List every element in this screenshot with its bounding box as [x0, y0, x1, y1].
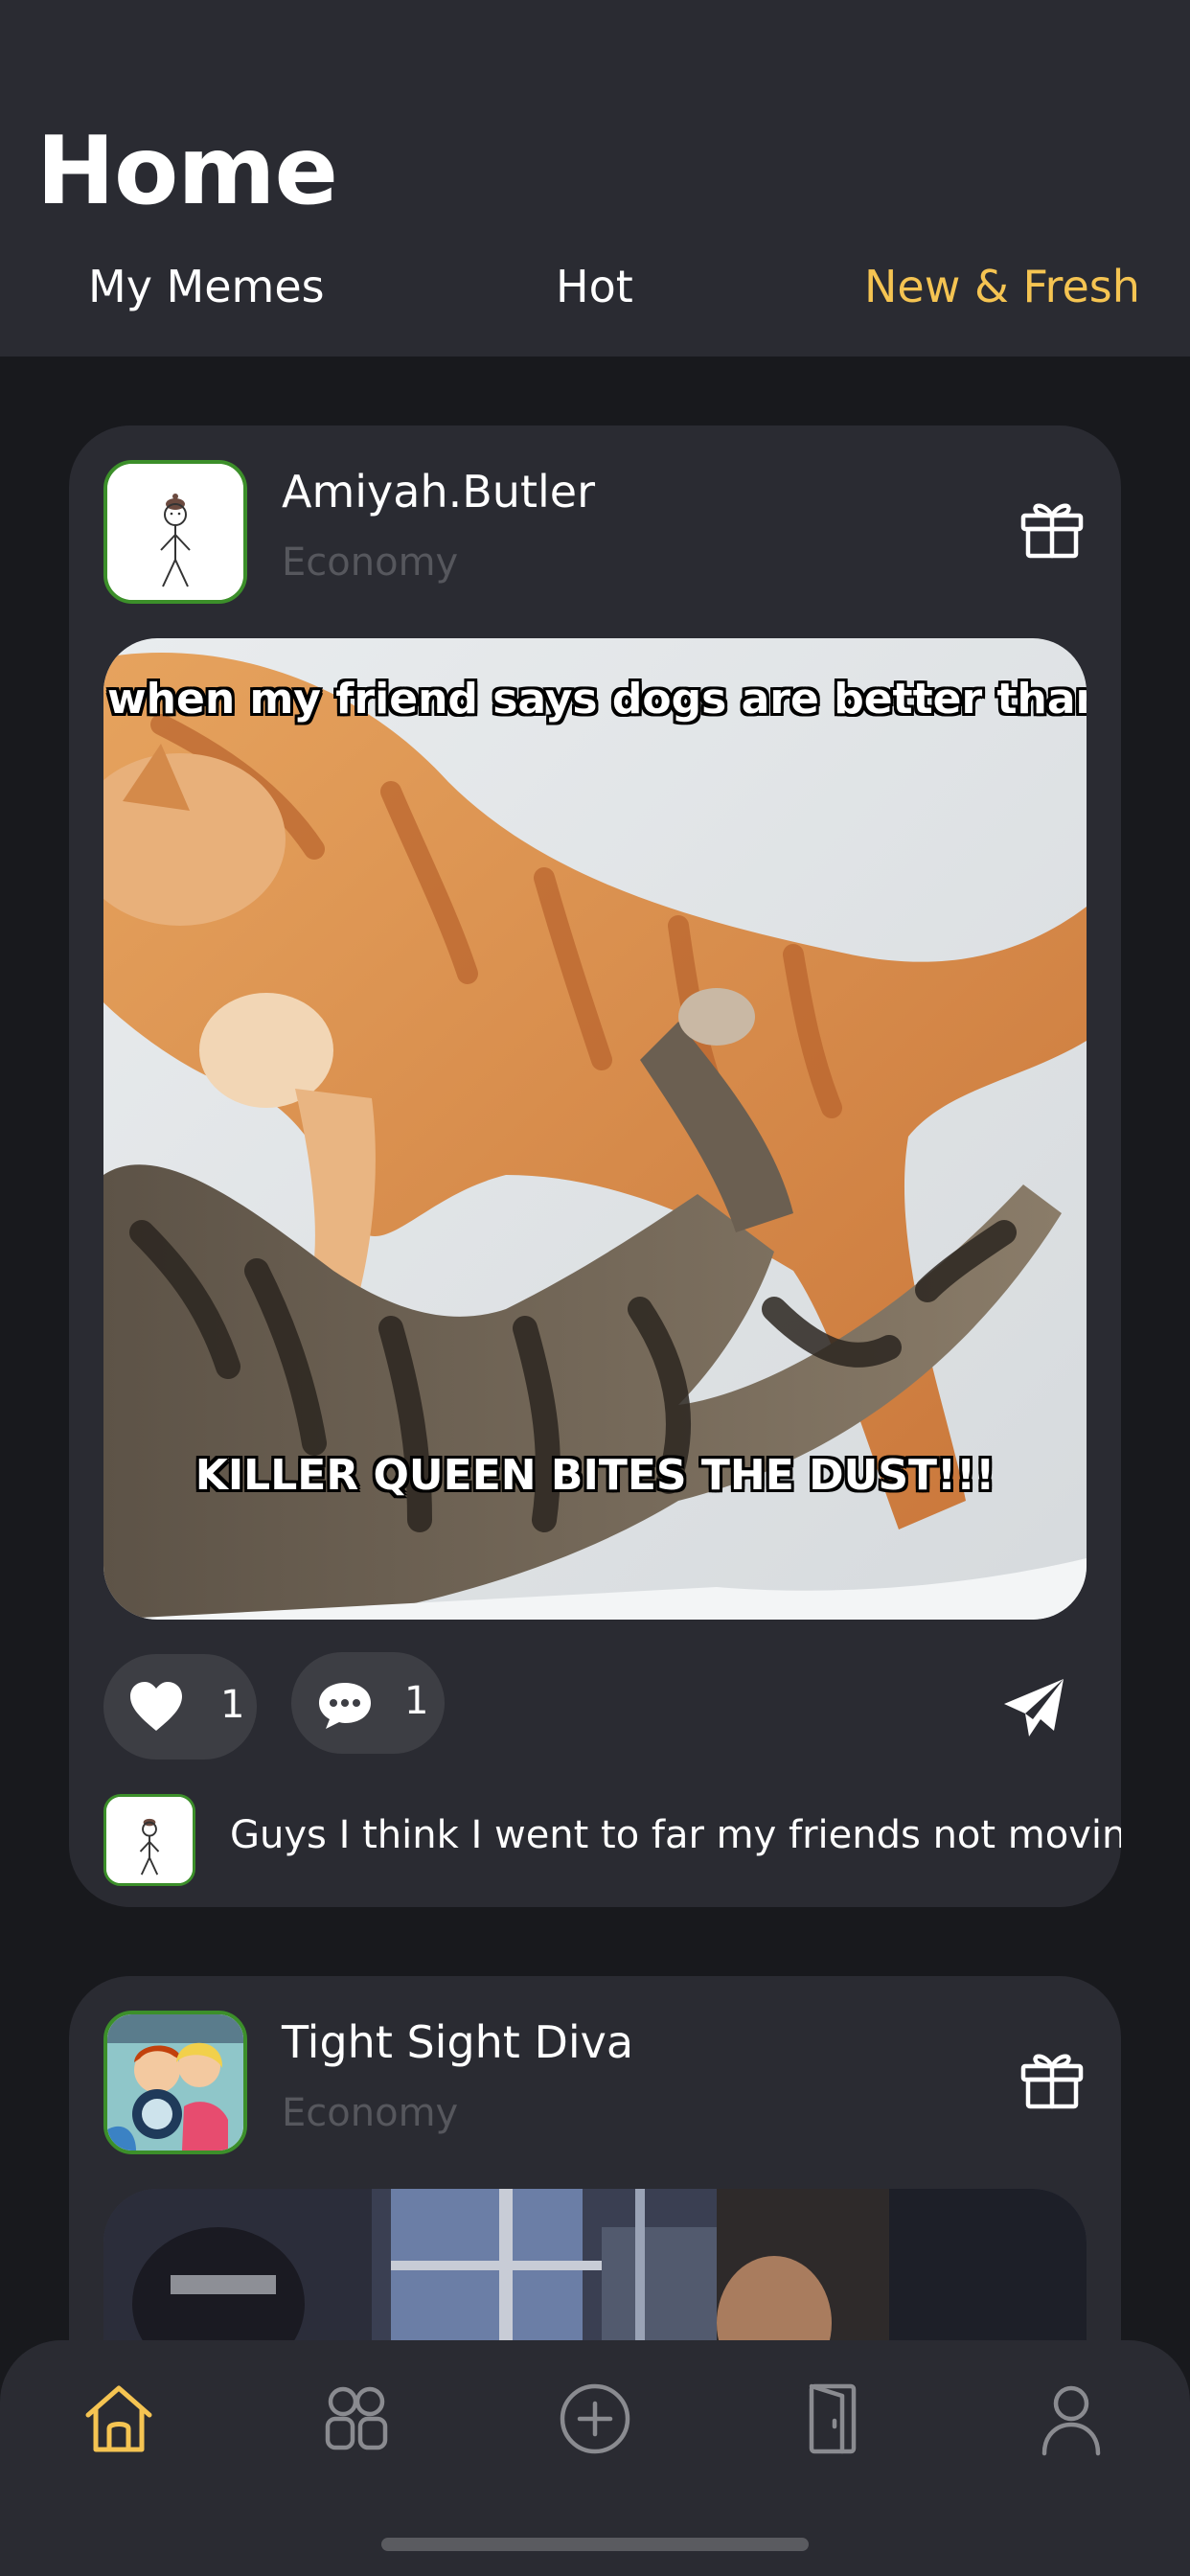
- stick-figure-avatar-image: [107, 464, 243, 600]
- post-category: Economy: [282, 540, 459, 585]
- add-icon[interactable]: [557, 2380, 633, 2457]
- comment-count: 1: [404, 1679, 429, 1723]
- tab-my-memes[interactable]: My Memes: [88, 261, 325, 312]
- avatar[interactable]: [103, 2011, 247, 2154]
- avatar[interactable]: [103, 460, 247, 604]
- meme-image[interactable]: when my friend says dogs are better than…: [103, 638, 1087, 1620]
- profile-icon[interactable]: [1033, 2380, 1110, 2457]
- commenter-avatar[interactable]: [103, 1794, 195, 1886]
- home-indicator: [381, 2538, 809, 2551]
- tab-hot[interactable]: Hot: [556, 261, 633, 312]
- send-icon[interactable]: [1000, 1675, 1067, 1742]
- heart-icon: [130, 1682, 182, 1731]
- latest-comment[interactable]: Guys I think I went to far my friends no…: [230, 1813, 1121, 1857]
- stick-figure-avatar-image: [106, 1797, 193, 1883]
- like-button[interactable]: 1: [103, 1654, 257, 1760]
- post-category: Economy: [282, 2091, 459, 2135]
- gift-icon[interactable]: [1018, 493, 1087, 562]
- post-card: Amiyah.Butler Economy when my friend say…: [69, 426, 1121, 1907]
- page-title: Home: [36, 117, 338, 226]
- like-count: 1: [220, 1683, 245, 1727]
- meme-bottom-caption: KILLER QUEEN BITES THE DUST!!!: [195, 1451, 995, 1500]
- wallet-icon[interactable]: [794, 2380, 871, 2457]
- username[interactable]: Amiyah.Butler: [282, 466, 595, 518]
- feed-tabs: My Memes Hot New & Fresh: [0, 261, 1190, 328]
- tab-new-fresh[interactable]: New & Fresh: [864, 261, 1140, 312]
- memes-icon[interactable]: [318, 2380, 395, 2457]
- gift-icon[interactable]: [1018, 2043, 1087, 2112]
- username[interactable]: Tight Sight Diva: [282, 2016, 633, 2068]
- home-screen: Home My Memes Hot New & Fresh Amiyah.But…: [0, 0, 1190, 2576]
- cartoon-avatar-image: [107, 2014, 243, 2150]
- comment-button[interactable]: 1: [291, 1652, 445, 1754]
- header: Home My Memes Hot New & Fresh: [0, 0, 1190, 356]
- meme-top-caption: when my friend says dogs are better than…: [107, 675, 1087, 724]
- comment-bubble-icon: [319, 1683, 371, 1729]
- home-icon[interactable]: [80, 2380, 157, 2457]
